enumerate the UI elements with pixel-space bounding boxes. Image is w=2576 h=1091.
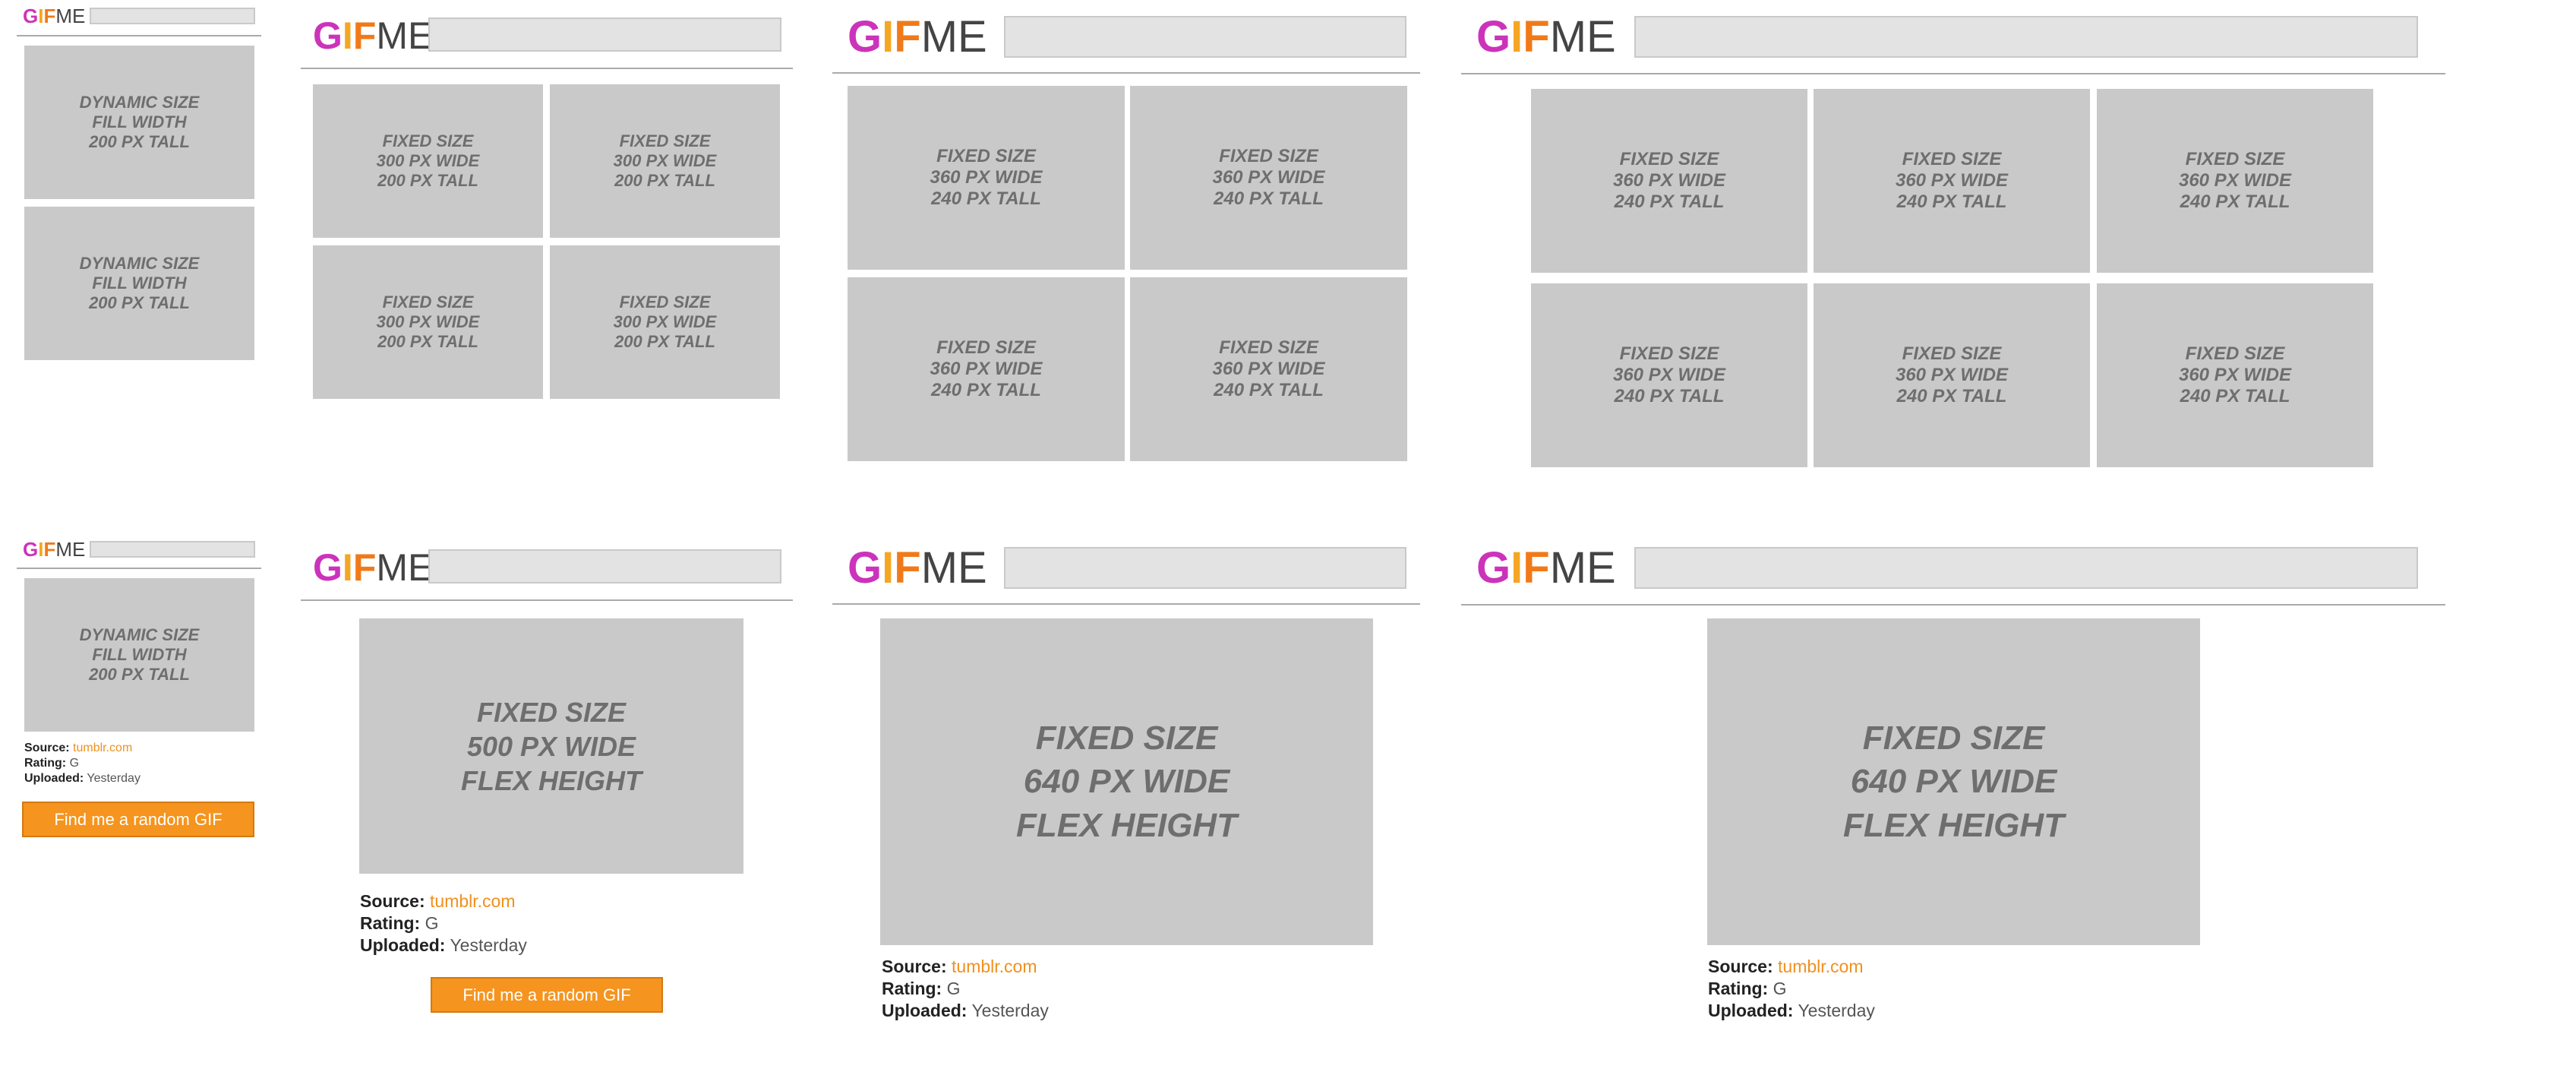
- gif-tile[interactable]: FIXED SIZE 360 PX WIDE 240 PX TALL: [1531, 89, 1807, 273]
- header-divider: [17, 568, 261, 569]
- source-row: Source: tumblr.com: [882, 957, 1037, 976]
- source-row: Source: tumblr.com: [24, 742, 133, 754]
- gif-tile[interactable]: FIXED SIZE 300 PX WIDE 200 PX TALL: [550, 84, 780, 238]
- rating-row: Rating: G: [360, 912, 439, 933]
- gif-tile[interactable]: FIXED SIZE 360 PX WIDE 240 PX TALL: [848, 277, 1125, 461]
- rating-row: Rating: G: [1708, 978, 1787, 998]
- search-input[interactable]: [1004, 547, 1406, 589]
- source-link[interactable]: tumblr.com: [73, 742, 132, 754]
- uploaded-row: Uploaded: Yesterday: [882, 1000, 1049, 1020]
- gif-tile[interactable]: FIXED SIZE 360 PX WIDE 240 PX TALL: [1814, 89, 2090, 273]
- gif-tile[interactable]: FIXED SIZE 360 PX WIDE 240 PX TALL: [848, 86, 1125, 270]
- uploaded-row: Uploaded: Yesterday: [1708, 1000, 1875, 1020]
- random-gif-button[interactable]: Find me a random GIF: [22, 802, 254, 837]
- search-input[interactable]: [428, 549, 781, 583]
- gifme-logo[interactable]: GIFME: [1476, 546, 1616, 590]
- rating-row: Rating: G: [24, 757, 80, 770]
- header-divider: [1461, 73, 2445, 74]
- gif-tile[interactable]: DYNAMIC SIZE FILL WIDTH 200 PX TALL: [24, 578, 254, 732]
- gifme-logo[interactable]: GIFME: [313, 549, 433, 587]
- gif-tile[interactable]: FIXED SIZE 360 PX WIDE 240 PX TALL: [1130, 277, 1407, 461]
- source-link[interactable]: tumblr.com: [430, 891, 515, 911]
- search-input[interactable]: [1634, 547, 2418, 589]
- gif-tile[interactable]: DYNAMIC SIZE FILL WIDTH 200 PX TALL: [24, 207, 254, 360]
- header-divider: [832, 603, 1420, 605]
- rating-row: Rating: G: [882, 978, 961, 998]
- random-gif-button[interactable]: Find me a random GIF: [431, 977, 663, 1013]
- search-input[interactable]: [1634, 16, 2418, 58]
- gif-tile[interactable]: DYNAMIC SIZE FILL WIDTH 200 PX TALL: [24, 46, 254, 199]
- gif-meta: Source: tumblr.com Rating: G Uploaded: Y…: [882, 956, 1049, 1021]
- source-row: Source: tumblr.com: [1708, 957, 1864, 976]
- search-input[interactable]: [90, 8, 255, 24]
- gif-tile[interactable]: FIXED SIZE 300 PX WIDE 200 PX TALL: [313, 245, 543, 399]
- gif-meta: Source: tumblr.com Rating: G Uploaded: Y…: [1708, 956, 1875, 1021]
- gif-image[interactable]: FIXED SIZE 640 PX WIDE FLEX HEIGHT: [1707, 618, 2200, 945]
- gifme-logo[interactable]: GIFME: [23, 539, 85, 559]
- source-link[interactable]: tumblr.com: [1778, 957, 1863, 976]
- gifme-logo[interactable]: GIFME: [313, 17, 433, 55]
- search-input[interactable]: [90, 541, 255, 558]
- gif-image[interactable]: FIXED SIZE 500 PX WIDE FLEX HEIGHT: [359, 618, 743, 874]
- uploaded-row: Uploaded: Yesterday: [360, 934, 527, 955]
- gif-image[interactable]: FIXED SIZE 640 PX WIDE FLEX HEIGHT: [880, 618, 1373, 945]
- gif-meta: Source: tumblr.com Rating: G Uploaded: Y…: [360, 890, 527, 956]
- gif-tile[interactable]: FIXED SIZE 300 PX WIDE 200 PX TALL: [550, 245, 780, 399]
- gifme-logo[interactable]: GIFME: [23, 6, 85, 26]
- gifme-logo[interactable]: GIFME: [1476, 15, 1616, 59]
- gif-tile[interactable]: FIXED SIZE 360 PX WIDE 240 PX TALL: [1814, 283, 2090, 467]
- uploaded-row: Uploaded: Yesterday: [24, 772, 140, 785]
- header-divider: [1461, 604, 2445, 606]
- header-divider: [301, 68, 793, 69]
- search-input[interactable]: [1004, 16, 1406, 58]
- gif-tile[interactable]: FIXED SIZE 360 PX WIDE 240 PX TALL: [1130, 86, 1407, 270]
- header-divider: [301, 599, 793, 601]
- source-row: Source: tumblr.com: [360, 891, 516, 911]
- header-divider: [17, 35, 261, 36]
- gif-tile[interactable]: FIXED SIZE 360 PX WIDE 240 PX TALL: [2097, 283, 2373, 467]
- search-input[interactable]: [428, 17, 781, 52]
- gif-tile[interactable]: FIXED SIZE 360 PX WIDE 240 PX TALL: [2097, 89, 2373, 273]
- header-divider: [832, 72, 1420, 74]
- source-link[interactable]: tumblr.com: [952, 957, 1037, 976]
- gif-tile[interactable]: FIXED SIZE 360 PX WIDE 240 PX TALL: [1531, 283, 1807, 467]
- gif-meta: Source: tumblr.com Rating: G Uploaded: Y…: [24, 741, 140, 786]
- gifme-logo[interactable]: GIFME: [848, 15, 987, 59]
- gif-tile[interactable]: FIXED SIZE 300 PX WIDE 200 PX TALL: [313, 84, 543, 238]
- gifme-logo[interactable]: GIFME: [848, 546, 987, 590]
